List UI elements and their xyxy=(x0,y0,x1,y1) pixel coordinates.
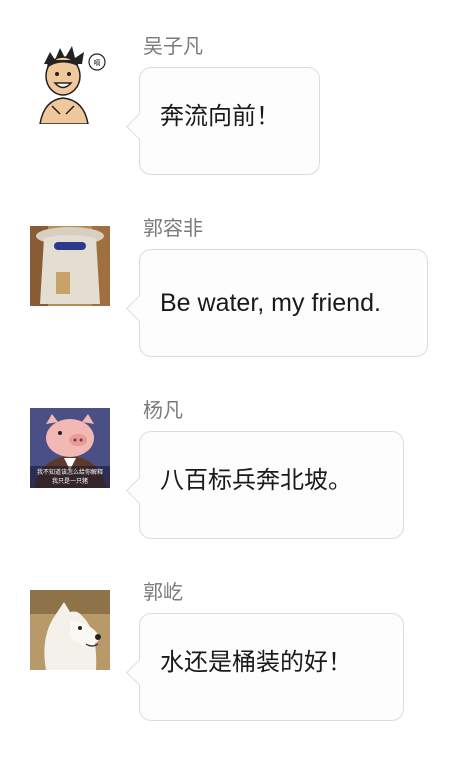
message-text: 水还是桶装的好！ xyxy=(160,647,352,676)
message-bubble[interactable]: 奔流向前！ xyxy=(139,67,320,175)
samoyed-dog-avatar[interactable] xyxy=(30,590,110,670)
avatar-caption-line: 我不知道该怎么给你解释 xyxy=(37,468,103,476)
message-bubble[interactable]: Be water, my friend. xyxy=(139,249,428,357)
pig-cartoon-avatar[interactable]: 我不知道该怎么给你解释 我只是一只猪 xyxy=(30,408,110,488)
veiled-person-icon xyxy=(30,226,110,306)
sender-name: 吴子凡 xyxy=(143,34,203,58)
cartoon-avatar[interactable]: 嗝 xyxy=(30,44,110,124)
message-bubble[interactable]: 水还是桶装的好！ xyxy=(139,613,404,721)
message-bubble[interactable]: 八百标兵奔北坡。 xyxy=(139,431,404,539)
veiled-person-avatar[interactable] xyxy=(30,226,110,306)
avatar-caption-line: 我只是一只猪 xyxy=(52,477,88,485)
sender-name: 杨凡 xyxy=(143,398,183,422)
message-text: Be water, my friend. xyxy=(160,288,381,317)
cartoon-face-icon: 嗝 xyxy=(30,44,110,124)
pig-cartoon-icon: 我不知道该怎么给你解释 我只是一只猪 xyxy=(30,408,110,488)
samoyed-dog-icon xyxy=(30,590,110,670)
message-text: 奔流向前！ xyxy=(160,101,280,130)
message-text: 八百标兵奔北坡。 xyxy=(160,465,352,494)
svg-text:嗝: 嗝 xyxy=(94,59,101,67)
sender-name: 郭容非 xyxy=(143,216,203,240)
sender-name: 郭屹 xyxy=(143,580,183,604)
